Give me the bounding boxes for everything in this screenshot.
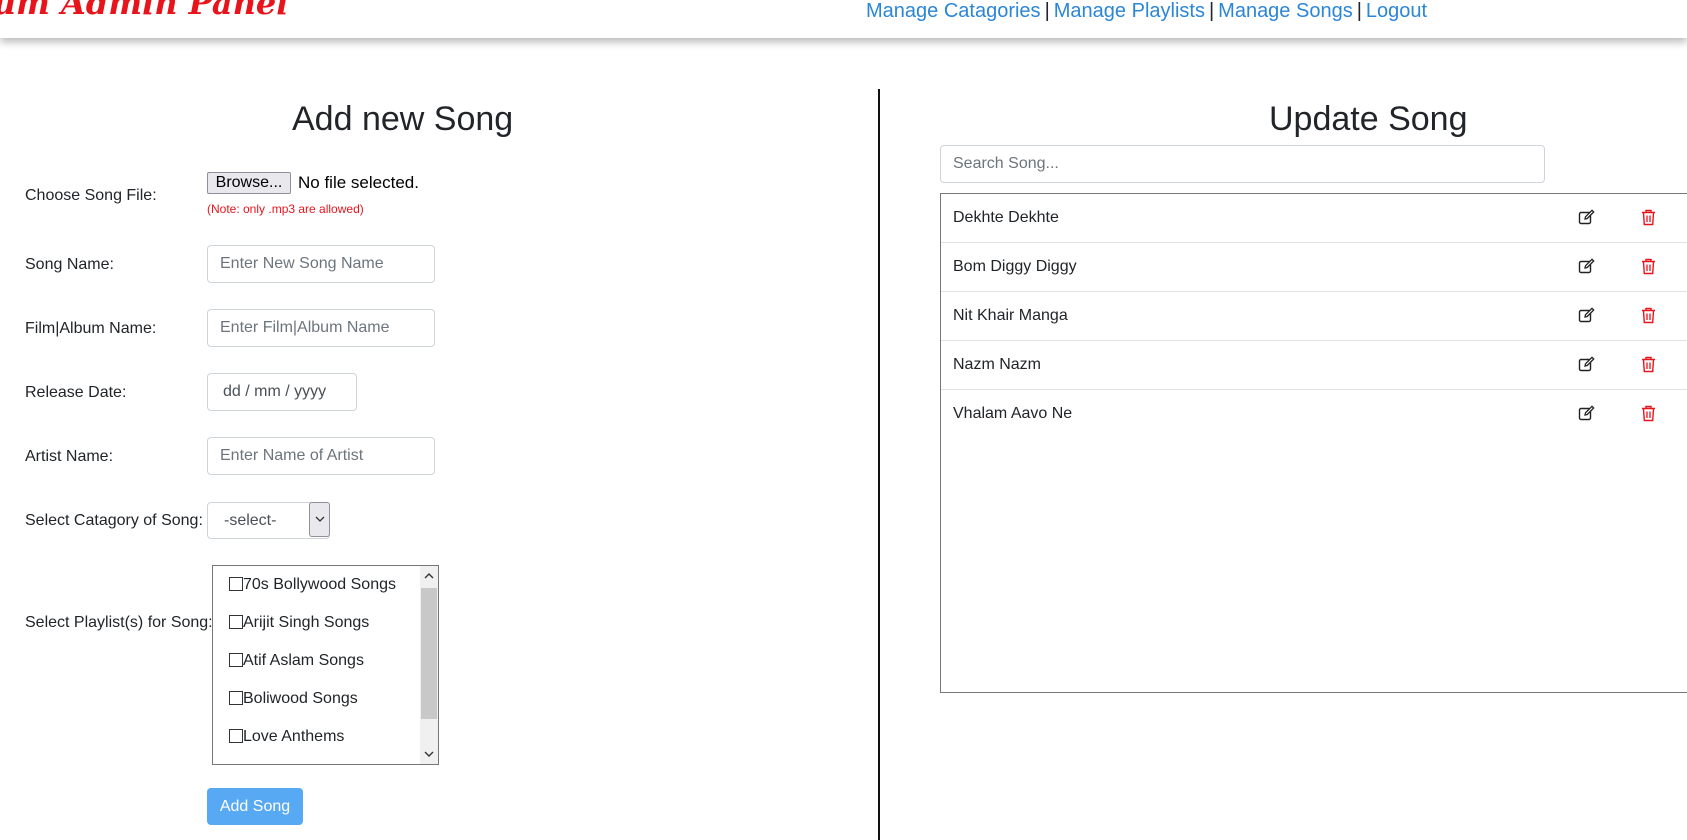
chevron-down-icon[interactable]	[423, 748, 435, 760]
category-label: Select Catagory of Song:	[25, 512, 203, 529]
update-song-title: Update Song	[1269, 100, 1468, 138]
playlist-option-label: Love Anthems	[243, 728, 345, 745]
edit-icon[interactable]	[1578, 307, 1595, 324]
playlist-option[interactable]: Arijit Singh Songs	[229, 614, 369, 632]
file-status: No file selected.	[298, 173, 419, 192]
add-song-button[interactable]: Add Song	[207, 788, 303, 825]
edit-icon[interactable]	[1578, 209, 1595, 226]
song-row: Nazm Nazm	[941, 341, 1687, 390]
edit-icon[interactable]	[1578, 405, 1595, 422]
category-select-value: -select-	[224, 512, 277, 529]
chevron-up-icon[interactable]	[423, 570, 435, 582]
edit-icon[interactable]	[1578, 258, 1595, 275]
scrollbar-thumb[interactable]	[421, 588, 437, 719]
album-name-input[interactable]: Enter Film|Album Name	[207, 309, 435, 347]
playlist-option-label: 70s Bollywood Songs	[243, 576, 396, 593]
nav-separator: |	[1356, 0, 1362, 22]
playlist-option[interactable]: 70s Bollywood Songs	[229, 576, 396, 594]
song-name: Vhalam Aavo Ne	[953, 405, 1073, 422]
song-name-label: Song Name:	[25, 256, 114, 273]
playlist-option[interactable]: Atif Aslam Songs	[229, 652, 364, 670]
song-row: Bom Diggy Diggy	[941, 243, 1687, 292]
release-date-input[interactable]: dd / mm / yyyy	[207, 373, 357, 411]
trash-icon[interactable]	[1641, 209, 1656, 226]
song-name: Bom Diggy Diggy	[953, 258, 1077, 275]
playlist-option[interactable]: Love Anthems	[229, 728, 344, 746]
song-name: Dekhte Dekhte	[953, 209, 1059, 226]
search-song-input[interactable]: Search Song...	[940, 145, 1545, 183]
song-row: Dekhte Dekhte	[941, 194, 1687, 243]
trash-icon[interactable]	[1641, 356, 1656, 373]
nav-separator: |	[1208, 0, 1215, 22]
playlist-option-label: Atif Aslam Songs	[243, 652, 364, 669]
artist-name-input[interactable]: Enter Name of Artist	[207, 437, 435, 475]
playlist-label: Select Playlist(s) for Song:	[25, 614, 213, 631]
nav-manage-playlists[interactable]: Manage Playlists	[1054, 0, 1205, 22]
song-name-input[interactable]: Enter New Song Name	[207, 245, 435, 283]
song-name: Nit Khair Manga	[953, 307, 1068, 324]
song-row: Nit Khair Manga	[941, 292, 1687, 341]
browse-button[interactable]: Browse...	[207, 172, 291, 194]
top-navbar: tum Admin Panel Manage Catagories | Manage…	[0, 0, 1687, 38]
edit-icon[interactable]	[1578, 356, 1595, 373]
playlist-checkbox[interactable]	[229, 653, 243, 667]
song-list: Dekhte Dekhte Bom Diggy Diggy Nit Khair …	[940, 193, 1687, 693]
nav-manage-songs[interactable]: Manage Songs	[1218, 0, 1353, 22]
playlist-checkbox[interactable]	[229, 615, 243, 629]
artist-name-label: Artist Name:	[25, 448, 114, 465]
playlist-checkbox[interactable]	[229, 577, 243, 591]
playlist-checkbox[interactable]	[229, 691, 243, 705]
brand-title: tum Admin Panel	[0, 0, 289, 22]
playlist-option-label: Arijit Singh Songs	[243, 614, 370, 631]
trash-icon[interactable]	[1641, 405, 1656, 422]
trash-icon[interactable]	[1641, 258, 1656, 275]
nav-logout[interactable]: Logout	[1366, 0, 1427, 22]
playlist-listbox[interactable]: 70s Bollywood Songs Arijit Singh Songs A…	[212, 565, 439, 765]
nav-manage-categories[interactable]: Manage Catagories	[866, 0, 1041, 22]
album-label: Film|Album Name:	[25, 320, 157, 337]
playlist-option-label: Boliwood Songs	[243, 690, 358, 707]
playlist-checkbox[interactable]	[229, 729, 243, 743]
select-arrow[interactable]	[309, 502, 330, 537]
file-label: Choose Song File:	[25, 187, 157, 204]
nav-separator: |	[1044, 0, 1050, 22]
trash-icon[interactable]	[1641, 307, 1656, 324]
add-song-title: Add new Song	[292, 100, 514, 138]
chevron-down-icon	[315, 516, 325, 522]
release-date-label: Release Date:	[25, 384, 127, 401]
song-name: Nazm Nazm	[953, 356, 1042, 373]
category-select[interactable]: -select-	[207, 502, 330, 539]
playlist-option[interactable]: Boliwood Songs	[229, 690, 358, 708]
scrollbar[interactable]	[420, 566, 438, 764]
column-divider	[878, 89, 880, 840]
file-note: (Note: only .mp3 are allowed)	[207, 202, 364, 216]
nav-links: Manage Catagories | Manage Playlists | Manag…	[866, 0, 1427, 22]
song-row: Vhalam Aavo Ne	[941, 390, 1687, 439]
